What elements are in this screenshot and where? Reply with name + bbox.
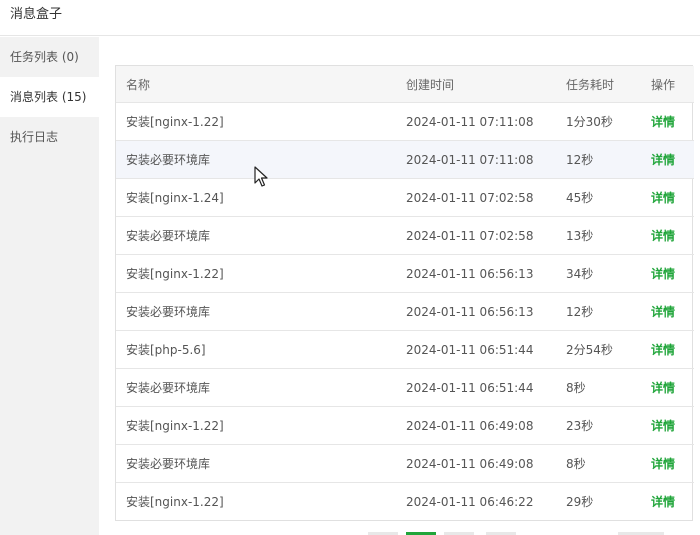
sidebar-item-task-list[interactable]: 任务列表 (0) — [0, 37, 99, 77]
table-row: 安装必要环境库 2024-01-11 06:49:08 8秒 详情 — [116, 444, 694, 483]
details-link[interactable]: 详情 — [651, 444, 694, 483]
table-header-row: 名称 创建时间 任务耗时 操作 — [116, 66, 694, 103]
row-name: 安装必要环境库 — [116, 216, 396, 255]
row-time: 2024-01-11 06:56:13 — [396, 292, 556, 331]
details-link[interactable]: 详情 — [651, 178, 694, 217]
table-row: 安装[nginx-1.22] 2024-01-11 06:49:08 23秒 详… — [116, 406, 694, 445]
row-name: 安装[nginx-1.22] — [126, 495, 224, 509]
table-row: 安装必要环境库 2024-01-11 07:02:58 13秒 详情 — [116, 216, 694, 255]
row-time: 2024-01-11 06:56:13 — [396, 254, 556, 293]
row-time: 2024-01-11 06:51:44 — [396, 368, 556, 407]
row-duration: 2分54秒 — [556, 330, 651, 369]
details-link[interactable]: 详情 — [651, 406, 694, 445]
row-duration: 8秒 — [556, 368, 651, 407]
table-row: 安装必要环境库 2024-01-11 07:11:08 12秒 详情 — [116, 140, 694, 179]
table-row: 安装[nginx-1.24] 2024-01-11 07:02:58 45秒 详… — [116, 178, 694, 217]
column-header-action: 操作 — [651, 66, 694, 103]
row-name: 安装必要环境库 — [116, 368, 396, 407]
sidebar-item-execution-log[interactable]: 执行日志 — [0, 117, 99, 157]
row-duration: 1分30秒 — [556, 102, 651, 141]
details-link[interactable]: 详情 — [651, 483, 694, 521]
table-row: 安装[nginx-1.22] 2024-01-11 06:56:13 34秒 详… — [116, 254, 694, 293]
row-name: 安装[php-5.6] — [116, 330, 396, 369]
details-link[interactable]: 详情 — [651, 292, 694, 331]
row-duration: 8秒 — [556, 444, 651, 483]
table-row: 安装[nginx-1.22] 2024-01-11 07:11:08 1分30秒… — [116, 102, 694, 141]
row-time: 2024-01-11 06:51:44 — [396, 330, 556, 369]
row-name: 安装[nginx-1.22] — [116, 254, 396, 293]
message-table: 名称 创建时间 任务耗时 操作 安装[nginx-1.22] 2024-01-1… — [115, 65, 694, 521]
row-name: 安装[nginx-1.22] — [116, 102, 396, 141]
row-duration: 12秒 — [556, 292, 651, 331]
row-duration: 34秒 — [556, 254, 651, 293]
mouse-pointer-icon — [254, 166, 268, 187]
row-duration: 12秒 — [556, 140, 651, 179]
column-header-duration: 任务耗时 — [556, 66, 651, 103]
column-header-created-time: 创建时间 — [396, 66, 556, 103]
table-row: 安装[nginx-1.22] 2024-01-11 06:46:22 29秒 详… — [116, 483, 694, 521]
row-name: 安装必要环境库 — [116, 292, 396, 331]
details-link[interactable]: 详情 — [651, 368, 694, 407]
title-bar: 消息盒子 — [0, 0, 700, 36]
main-panel: 名称 创建时间 任务耗时 操作 安装[nginx-1.22] 2024-01-1… — [99, 37, 700, 535]
row-name: 安装必要环境库 — [116, 444, 396, 483]
table-row: 安装必要环境库 2024-01-11 06:51:44 8秒 详情 — [116, 368, 694, 407]
details-link[interactable]: 详情 — [651, 330, 694, 369]
row-duration: 23秒 — [556, 406, 651, 445]
row-duration: 45秒 — [556, 178, 651, 217]
sidebar-item-message-list[interactable]: 消息列表 (15) — [0, 77, 99, 117]
details-link[interactable]: 详情 — [651, 140, 694, 179]
row-name: 安装[nginx-1.22] — [116, 406, 396, 445]
window-title: 消息盒子 — [10, 7, 63, 22]
row-time: 2024-01-11 06:46:22 — [406, 494, 534, 509]
row-time: 2024-01-11 06:49:08 — [396, 406, 556, 445]
row-duration: 29秒 — [566, 495, 594, 509]
details-link[interactable]: 详情 — [651, 254, 694, 293]
table-row: 安装必要环境库 2024-01-11 06:56:13 12秒 详情 — [116, 292, 694, 331]
details-link[interactable]: 详情 — [651, 102, 694, 141]
sidebar: 任务列表 (0) 消息列表 (15) 执行日志 — [0, 37, 99, 535]
row-time: 2024-01-11 06:49:08 — [396, 444, 556, 483]
row-duration: 13秒 — [556, 216, 651, 255]
row-time: 2024-01-11 07:11:08 — [396, 102, 556, 141]
row-time: 2024-01-11 07:11:08 — [396, 140, 556, 179]
table-row: 安装[php-5.6] 2024-01-11 06:51:44 2分54秒 详情 — [116, 330, 694, 369]
row-time: 2024-01-11 07:02:58 — [396, 178, 556, 217]
details-link[interactable]: 详情 — [651, 216, 694, 255]
row-time: 2024-01-11 07:02:58 — [396, 216, 556, 255]
column-header-name: 名称 — [116, 66, 396, 103]
